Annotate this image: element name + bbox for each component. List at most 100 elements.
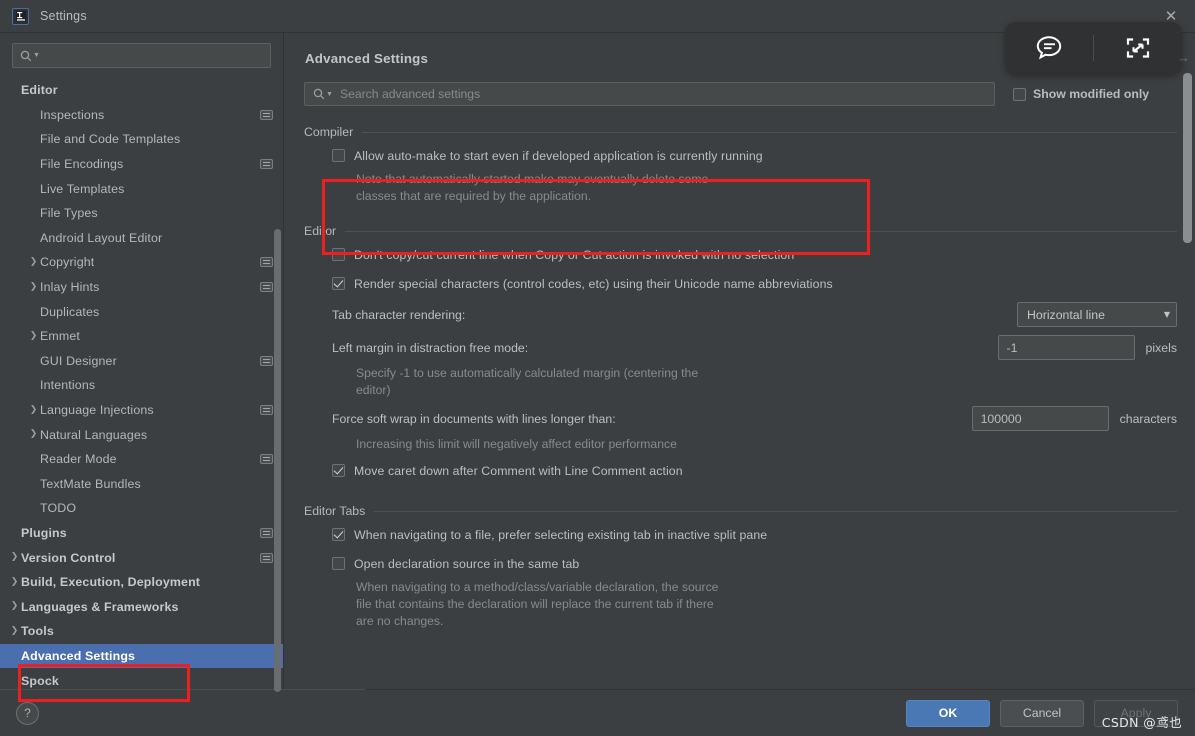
checkbox-box	[1013, 87, 1026, 101]
sidebar-item-languages-frameworks[interactable]: ❯ Languages & Frameworks	[0, 594, 283, 619]
chevron-right-icon[interactable]: ❯	[8, 602, 21, 611]
cancel-button[interactable]: Cancel	[1000, 699, 1084, 727]
field-label: Tab character rendering:	[332, 307, 466, 322]
chevron-right-icon[interactable]: ❯	[27, 331, 40, 341]
checkbox-row-render-special-characters-control-codes-etc-us[interactable]: Render special characters (control codes…	[304, 269, 1177, 298]
chevron-right-icon[interactable]: ❯	[8, 577, 21, 587]
checkbox-row-allow-auto-make-to-start-even-if-developed-app[interactable]: Allow auto-make to start even if develop…	[304, 141, 1177, 170]
sidebar-item-label: Build, Execution, Deployment	[21, 575, 201, 590]
sidebar-item-label: Reader Mode	[40, 452, 117, 467]
checkbox-label: Allow auto-make to start even if develop…	[354, 148, 763, 163]
sidebar-item-version-control[interactable]: ❯ Version Control	[0, 545, 283, 570]
sidebar-item-spock[interactable]: Spock	[0, 668, 283, 689]
section-title: Editor	[304, 224, 337, 238]
sidebar-item-plugins[interactable]: Plugins	[0, 521, 283, 546]
field-control: 100000 characters	[971, 406, 1177, 431]
sidebar-item-natural-languages[interactable]: ❯ Natural Languages	[0, 422, 283, 447]
sidebar-item-label: GUI Designer	[40, 353, 117, 368]
chevron-right-icon[interactable]: ❯	[8, 626, 21, 636]
checkbox-label: When navigating to a file, prefer select…	[354, 527, 768, 542]
settings-sidebar: ▼ Editor Inspections File and Code Templat…	[0, 33, 284, 702]
sidebar-item-label: Natural Languages	[40, 427, 148, 442]
sidebar-item-label: Live Templates	[40, 181, 125, 196]
ok-button[interactable]: OK	[906, 699, 990, 727]
sidebar-item-label: Advanced Settings	[21, 648, 136, 663]
sidebar-scrollbar[interactable]	[274, 229, 281, 692]
help-button[interactable]: ?	[16, 701, 39, 725]
checkbox-label: Render special characters (control codes…	[354, 276, 833, 291]
apply-button: Apply	[1094, 699, 1178, 727]
checkbox-box[interactable]	[332, 528, 345, 541]
sidebar-item-duplicates[interactable]: Duplicates	[0, 299, 283, 324]
sidebar-item-language-injections[interactable]: ❯ Language Injections	[0, 398, 283, 423]
sidebar-item-gui-designer[interactable]: GUI Designer	[0, 349, 283, 374]
checkbox-row-when-navigating-to-a-file-prefer-selecting-exi[interactable]: When navigating to a file, prefer select…	[304, 520, 1177, 549]
checkbox-label: Don't copy/cut current line when Copy or…	[354, 247, 795, 262]
settings-sliders-icon	[260, 454, 273, 465]
text-input-value: -1	[1006, 340, 1018, 355]
chevron-right-icon[interactable]: ❯	[27, 430, 40, 439]
chevron-down-icon: ▼	[1163, 310, 1170, 319]
settings-tree: Editor Inspections File and Code Templates…	[0, 75, 283, 689]
sidebar-item-live-templates[interactable]: Live Templates	[0, 176, 283, 201]
section-divider	[362, 131, 1177, 133]
checkbox-box[interactable]	[332, 277, 345, 290]
sidebar-item-label: Version Control	[21, 550, 116, 565]
sidebar-item-android-layout-editor[interactable]: Android Layout Editor	[0, 226, 283, 251]
field-row-left-margin-in-distraction-free-mode: Left margin in distraction free mode: -1 p…	[304, 331, 1177, 364]
sidebar-item-label: Duplicates	[40, 304, 100, 319]
sidebar-item-file-types[interactable]: File Types	[0, 201, 283, 226]
text-input-force-soft-wrap-in-documents-with-lines-longer[interactable]: 100000	[971, 406, 1109, 431]
checkbox-row-open-declaration-source-in-the-same-tab[interactable]: Open declaration source in the same tab	[304, 549, 1177, 578]
checkbox-label: Open declaration source in the same tab	[354, 556, 580, 571]
expand-fullscreen-icon[interactable]	[1094, 22, 1182, 74]
sidebar-item-reader-mode[interactable]: Reader Mode	[0, 447, 283, 472]
advanced-search-input[interactable]: ▼ Search advanced settings	[304, 82, 995, 106]
sidebar-search-input[interactable]: ▼	[12, 43, 271, 68]
settings-sliders-icon	[260, 552, 273, 563]
description-text: Specify -1 to use automatically calculat…	[356, 366, 699, 397]
sidebar-item-label: Copyright	[40, 255, 95, 270]
text-input-left-margin-in-distraction-free-mode[interactable]: -1	[997, 335, 1135, 360]
field-unit-label: pixels	[1145, 340, 1177, 355]
checkbox-box[interactable]	[332, 248, 345, 261]
chevron-right-icon[interactable]: ❯	[27, 282, 40, 292]
sidebar-search-wrap: ▼	[0, 33, 283, 75]
sidebar-item-copyright[interactable]: ❯ Copyright	[0, 250, 283, 275]
sidebar-item-inspections[interactable]: Inspections	[0, 103, 283, 128]
show-modified-only-checkbox[interactable]: Show modified only	[1013, 87, 1149, 101]
section-title: Editor Tabs	[304, 504, 366, 518]
section-divider	[374, 510, 1177, 512]
comment-bubble-icon[interactable]	[1005, 22, 1093, 74]
sidebar-item-inlay-hints[interactable]: ❯ Inlay Hints	[0, 275, 283, 300]
chevron-down-icon: ▼	[33, 52, 40, 59]
advanced-settings-panel: Advanced Settings ▼ Search advanced sett…	[284, 33, 1195, 689]
sidebar-item-advanced-settings[interactable]: Advanced Settings	[0, 643, 283, 669]
sidebar-item-file-encodings[interactable]: File Encodings	[0, 152, 283, 177]
sidebar-item-editor[interactable]: Editor	[0, 78, 283, 103]
settings-sliders-icon	[260, 527, 273, 538]
sidebar-item-label: File and Code Templates	[40, 132, 181, 147]
sidebar-item-emmet[interactable]: ❯ Emmet	[0, 324, 283, 349]
advanced-search-row: ▼ Search advanced settings Show modified…	[304, 82, 1177, 106]
chevron-right-icon[interactable]: ❯	[27, 257, 40, 267]
content-scrollbar[interactable]	[1183, 73, 1192, 243]
sidebar-item-textmate-bundles[interactable]: TextMate Bundles	[0, 472, 283, 497]
settings-sliders-icon	[260, 355, 273, 366]
checkbox-row-don-t-copy-cut-current-line-when-copy-or-cut-a[interactable]: Don't copy/cut current line when Copy or…	[304, 240, 1177, 269]
sidebar-item-todo[interactable]: TODO	[0, 496, 283, 521]
checkbox-box[interactable]	[332, 557, 345, 570]
sidebar-item-tools[interactable]: ❯ Tools	[0, 619, 283, 644]
chevron-right-icon[interactable]: ❯	[27, 405, 40, 415]
field-row-force-soft-wrap-in-documents-with-lines-longer: Force soft wrap in documents with lines …	[304, 402, 1177, 435]
chevron-right-icon[interactable]: ❯	[8, 553, 21, 562]
sidebar-item-file-and-code-templates[interactable]: File and Code Templates	[0, 127, 283, 152]
checkbox-row-move-caret-down-after-comment-with-line-commen[interactable]: Move caret down after Comment with Line …	[304, 456, 1177, 485]
field-label: Left margin in distraction free mode:	[332, 340, 529, 355]
dropdown-tab-character-rendering[interactable]: Horizontal line ▼	[1017, 302, 1177, 327]
checkbox-box[interactable]	[332, 464, 345, 477]
section-title: Compiler	[304, 125, 354, 139]
sidebar-item-intentions[interactable]: Intentions	[0, 373, 283, 398]
sidebar-item-build-execution-deployment[interactable]: ❯ Build, Execution, Deployment	[0, 570, 283, 595]
checkbox-box[interactable]	[332, 149, 345, 162]
